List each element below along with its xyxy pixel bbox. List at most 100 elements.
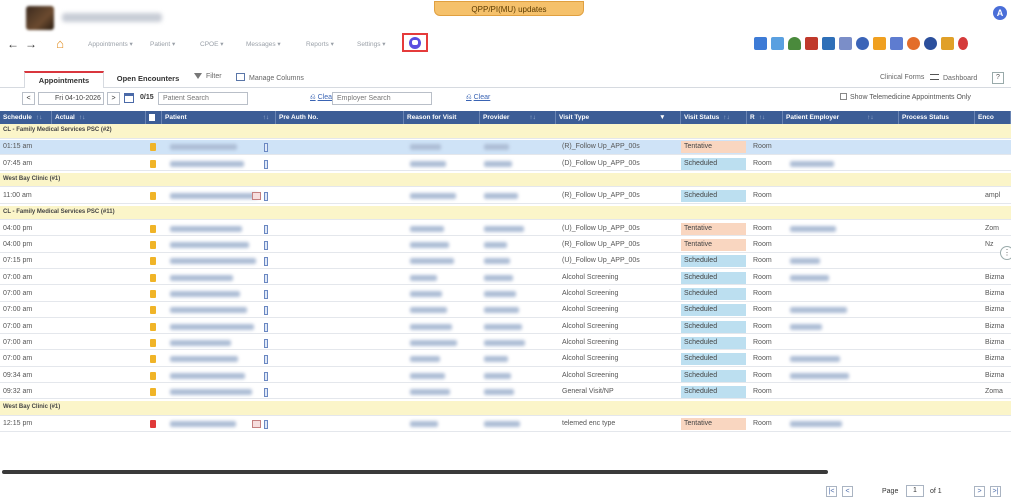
info-icon[interactable] [924,37,937,50]
table-row[interactable]: 07:00 am Alcohol Screening Scheduled Room Bi… [0,271,1011,286]
document-icon[interactable] [150,322,156,331]
table-row[interactable]: 11:00 am (R)_Follow Up_APP_00s Scheduled Ro… [0,189,1011,204]
calendar-icon[interactable] [771,37,784,50]
col-label: Visit Status [684,114,720,121]
col-actual[interactable]: Actual ↑↓ [52,111,146,124]
side-panel-handle-icon[interactable]: ⋮ [1000,246,1011,260]
document-icon[interactable] [150,371,156,380]
rx-icon[interactable] [805,37,818,50]
tab-open-encounters[interactable]: Open Encounters [110,71,186,88]
table-row[interactable]: 01:15 am (R)_Follow Up_APP_00s Tentative Ro… [0,140,1011,155]
patient-name-redacted [170,274,233,281]
menu-patient[interactable]: Patient ▾ [150,40,175,48]
alert-icon[interactable] [252,420,261,429]
chart-icon[interactable] [754,37,767,50]
table-row[interactable]: 04:00 pm (R)_Follow Up_APP_00s Tentative Ro… [0,238,1011,253]
calendar-icon[interactable] [124,93,134,103]
menu-cpoe[interactable]: CPOE ▾ [200,40,224,48]
table-row[interactable]: 12:15 pm telemed enc type Tentative Room [0,417,1011,432]
date-field[interactable]: Fri 04-10-2026 [38,92,104,105]
clear-patient-link[interactable]: ⎌ Clear [310,94,334,102]
next-day-button[interactable]: > [107,92,120,105]
people-icon[interactable] [856,37,869,50]
prev-day-button[interactable]: < [22,92,35,105]
provider-redacted [484,242,507,249]
flag-icon[interactable] [873,37,886,50]
table-row[interactable]: 07:45 am (D)_Follow Up_APP_00s Scheduled Ro… [0,157,1011,172]
first-page-button[interactable]: |< [826,486,837,497]
help-icon[interactable]: ? [992,72,1004,84]
lock-icon[interactable] [941,37,954,50]
col-visit-type[interactable]: Visit Type ▼ [556,111,681,124]
document-icon[interactable] [150,143,156,152]
menu-reports[interactable]: Reports ▾ [306,40,334,48]
document-icon[interactable] [150,257,156,266]
horizontal-scrollbar[interactable] [2,470,828,474]
menu-messages[interactable]: Messages ▾ [246,40,281,48]
document-icon[interactable] [150,387,156,396]
tab-appointments[interactable]: Appointments [24,71,104,88]
fax-icon[interactable] [839,37,852,50]
document-icon[interactable] [150,241,156,250]
telemedicine-checkbox[interactable]: Show Telemedicine Appointments Only [840,93,971,101]
document-icon[interactable] [150,338,156,347]
document-icon[interactable] [150,290,156,298]
table-row[interactable]: 07:00 am Alcohol Screening Scheduled Room Bi… [0,303,1011,318]
clinical-forms-link[interactable]: Clinical Forms [880,74,924,81]
employer-search-input[interactable] [332,92,432,105]
manage-columns-button[interactable]: Manage Columns [236,73,304,82]
document-icon[interactable] [150,224,156,233]
back-arrow-icon[interactable]: ← [6,37,20,51]
last-page-button[interactable]: >| [990,486,1001,497]
document-icon[interactable] [150,420,156,429]
table-row[interactable]: 07:00 am Alcohol Screening Scheduled Room Bi… [0,287,1011,302]
prev-page-button[interactable]: < [842,486,853,497]
menu-settings[interactable]: Settings ▾ [357,40,386,48]
document-icon[interactable] [822,37,835,50]
col-room[interactable]: R ↑↓ [747,111,783,124]
col-encounter[interactable]: Enco [975,111,1011,124]
document-icon[interactable] [150,192,156,201]
table-row[interactable]: 09:34 am Alcohol Screening Scheduled Room Bi… [0,369,1011,383]
menu-appointments[interactable]: Appointments ▾ [88,40,133,48]
table-row[interactable]: 07:00 am Alcohol Screening Scheduled Room Bi… [0,336,1011,351]
col-employer[interactable]: Patient Employer ↑↓ [783,111,899,124]
network-icon[interactable] [907,37,920,50]
col-doc[interactable] [146,111,162,124]
table-row[interactable]: 07:00 am Alcohol Screening Scheduled Room Bi… [0,352,1011,367]
forward-arrow-icon[interactable]: → [24,37,38,51]
col-visit-status[interactable]: Visit Status ↑↓ [681,111,747,124]
col-process-status[interactable]: Process Status [899,111,975,124]
message-icon[interactable] [890,37,903,50]
encounter-cell: Bizma [985,322,1005,330]
updates-banner[interactable]: QPP/PI(MU) updates [434,1,584,16]
lab-icon[interactable] [788,37,801,50]
power-icon[interactable] [958,37,968,50]
col-patient[interactable]: Patient ↑↓ [162,111,276,124]
clear-employer-link[interactable]: ⎌ Clear [466,94,490,102]
reason-redacted [410,372,445,379]
main-nav: ← → ⌂ Appointments ▾ Patient ▾ CPOE ▾ Me… [0,33,1011,61]
table-row[interactable]: 04:00 pm (U)_Follow Up_APP_00s Tentative Ro… [0,222,1011,237]
document-icon[interactable] [150,355,156,364]
page-number-input[interactable]: 1 [906,485,924,497]
patient-search-input[interactable] [158,92,248,105]
dashboard-button[interactable]: Dashboard [930,74,977,82]
tabs-bar: Appointments Open Encounters Filter Mana… [0,68,1011,88]
chat-button[interactable] [402,33,428,52]
document-icon[interactable] [150,273,156,282]
col-preauth[interactable]: Pre Auth No. [276,111,404,124]
filter-button[interactable]: Filter [194,73,222,80]
table-row[interactable]: 07:00 am Alcohol Screening Scheduled Room Bi… [0,320,1011,335]
document-icon[interactable] [150,159,156,168]
col-schedule[interactable]: Schedule ↑↓ [0,111,52,124]
table-row[interactable]: 09:32 am General Visit/NP Scheduled Room Zom… [0,385,1011,400]
next-page-button[interactable]: > [974,486,985,497]
table-row[interactable]: 07:15 pm (U)_Follow Up_APP_00s Scheduled Ro… [0,254,1011,269]
user-avatar[interactable]: A [993,6,1007,20]
alert-icon[interactable] [252,192,261,201]
col-reason[interactable]: Reason for Visit [404,111,480,124]
document-icon[interactable] [150,306,156,315]
col-provider[interactable]: Provider ↑↓ [480,111,556,124]
home-icon[interactable]: ⌂ [52,36,68,52]
